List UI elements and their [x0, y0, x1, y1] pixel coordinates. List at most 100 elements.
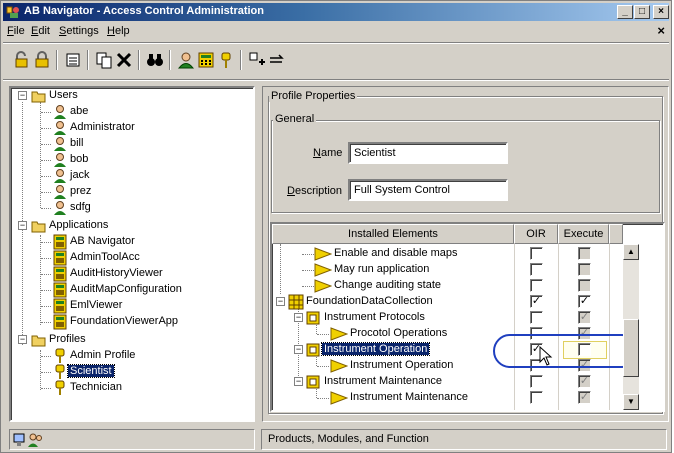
column-header-oir[interactable]: OIR — [514, 224, 558, 244]
binoculars-icon[interactable] — [146, 51, 164, 69]
description-field[interactable]: Full System Control — [348, 179, 508, 201]
tree-line — [41, 176, 51, 177]
grid-row[interactable]: May run application — [272, 262, 622, 278]
collapse-toggle[interactable]: − — [276, 297, 285, 306]
collapse-toggle[interactable]: − — [294, 377, 303, 386]
profile-properties-title: Profile Properties — [269, 90, 358, 102]
tree-line — [302, 254, 314, 255]
collapse-toggle[interactable]: − — [18, 91, 27, 100]
tree-label: bob — [70, 153, 89, 165]
open-lock-icon[interactable] — [13, 51, 31, 69]
link-icon[interactable] — [268, 51, 286, 69]
key-icon[interactable] — [217, 51, 235, 69]
network-users-icon — [13, 433, 42, 447]
scroll-thumb[interactable] — [623, 319, 639, 377]
list-icon[interactable] — [64, 51, 82, 69]
collapse-toggle[interactable]: − — [18, 335, 27, 344]
tree-label: AuditMapConfiguration — [70, 283, 182, 295]
tree-line — [41, 356, 51, 357]
menu-edit[interactable]: Edit — [31, 25, 50, 37]
execute-checkbox[interactable]: ✓ — [578, 391, 591, 404]
oir-checkbox[interactable] — [530, 279, 543, 292]
column-header-filler — [609, 224, 623, 244]
tree-line — [41, 306, 51, 307]
column-header-execute[interactable]: Execute — [558, 224, 609, 244]
lock-icon[interactable] — [33, 51, 51, 69]
oir-checkbox-checked[interactable]: ✓ — [530, 295, 543, 308]
toolbar-separator — [87, 50, 89, 70]
menu-help[interactable]: Help — [107, 25, 130, 37]
navigation-tree[interactable]: − Users abe Administrator bill bob jack … — [9, 86, 255, 422]
scroll-up-button[interactable]: ▲ — [623, 244, 639, 260]
close-button[interactable]: × — [653, 5, 669, 19]
calculator-icon — [53, 298, 67, 314]
folder-module-icon — [306, 343, 320, 357]
user-icon — [54, 137, 66, 151]
oir-checkbox[interactable] — [530, 263, 543, 276]
tree-line — [41, 208, 51, 209]
tree-line — [41, 322, 51, 323]
tree-node-applications[interactable]: − Applications — [13, 218, 213, 234]
title-bar[interactable]: AB Navigator - Access Control Administra… — [3, 3, 669, 21]
grid-row[interactable]: Change auditing state — [272, 278, 622, 294]
grid-row[interactable]: − Instrument Maintenance ✓ — [272, 374, 622, 390]
oir-checkbox[interactable] — [530, 311, 543, 324]
user-icon — [54, 153, 66, 167]
status-bar: Products, Modules, and Function — [3, 427, 669, 451]
mdi-close-icon[interactable]: × — [657, 23, 665, 38]
execute-checkbox[interactable] — [578, 279, 591, 292]
scroll-down-button[interactable]: ▼ — [623, 394, 639, 410]
collapse-toggle[interactable]: − — [294, 313, 303, 322]
delete-icon[interactable] — [115, 51, 133, 69]
oir-checkbox[interactable] — [530, 247, 543, 260]
grid-row[interactable]: − FoundationDataCollection ✓ ✓ — [272, 294, 622, 310]
grid-row[interactable]: Enable and disable maps — [272, 246, 622, 262]
grid-row[interactable]: Instrument Maintenance ✓ — [272, 390, 622, 406]
oir-checkbox[interactable] — [530, 375, 543, 388]
grid-vertical-scrollbar[interactable]: ▲ ▼ — [623, 244, 639, 410]
minimize-button[interactable]: _ — [617, 5, 633, 19]
execute-checkbox[interactable]: ✓ — [578, 311, 591, 324]
key-icon — [55, 348, 65, 363]
user-icon — [54, 105, 66, 119]
grid-row-label: May run application — [334, 263, 430, 275]
collapse-toggle[interactable]: − — [294, 345, 303, 354]
tree-node-users[interactable]: − Users — [13, 88, 213, 104]
tree-line — [317, 398, 329, 399]
tree-label: AuditHistoryViewer — [70, 267, 163, 279]
arrow-item-icon — [330, 359, 348, 373]
arrow-item-icon — [330, 327, 348, 341]
folder-module-icon — [306, 375, 320, 389]
installed-elements-grid[interactable]: Installed Elements OIR Execute Enable an… — [270, 222, 665, 412]
user-icon[interactable] — [177, 51, 195, 69]
name-field[interactable]: Scientist — [348, 142, 508, 164]
folder-open-icon — [31, 91, 46, 103]
tree-label: EmlViewer — [70, 299, 123, 311]
menu-settings[interactable]: Settings — [59, 25, 99, 37]
tree-line — [40, 235, 41, 325]
calculator-icon — [53, 314, 67, 330]
column-header-installed-elements[interactable]: Installed Elements — [272, 224, 514, 244]
tree-label-users: Users — [49, 89, 78, 101]
folder-module-icon — [306, 311, 320, 325]
execute-checkbox[interactable] — [578, 247, 591, 260]
tree-line — [41, 290, 51, 291]
toolbar-separator — [169, 50, 171, 70]
tree-node-profiles[interactable]: − Profiles — [13, 332, 213, 348]
grid-row-label: FoundationDataCollection — [306, 295, 433, 307]
tree-label: Administrator — [70, 121, 135, 133]
add-node-icon[interactable] — [248, 51, 266, 69]
toolbar-separator — [56, 50, 58, 70]
oir-checkbox[interactable] — [530, 391, 543, 404]
status-left — [9, 429, 255, 450]
execute-checkbox-checked[interactable]: ✓ — [578, 295, 591, 308]
execute-checkbox[interactable] — [578, 263, 591, 276]
maximize-button[interactable]: □ — [634, 5, 650, 19]
copy-icon[interactable] — [95, 51, 113, 69]
collapse-toggle[interactable]: − — [18, 221, 27, 230]
tree-line — [41, 128, 51, 129]
calculator-icon[interactable] — [197, 51, 215, 69]
menu-file[interactable]: File — [7, 25, 25, 37]
grid-row[interactable]: − Instrument Protocols ✓ — [272, 310, 622, 326]
execute-checkbox[interactable]: ✓ — [578, 375, 591, 388]
